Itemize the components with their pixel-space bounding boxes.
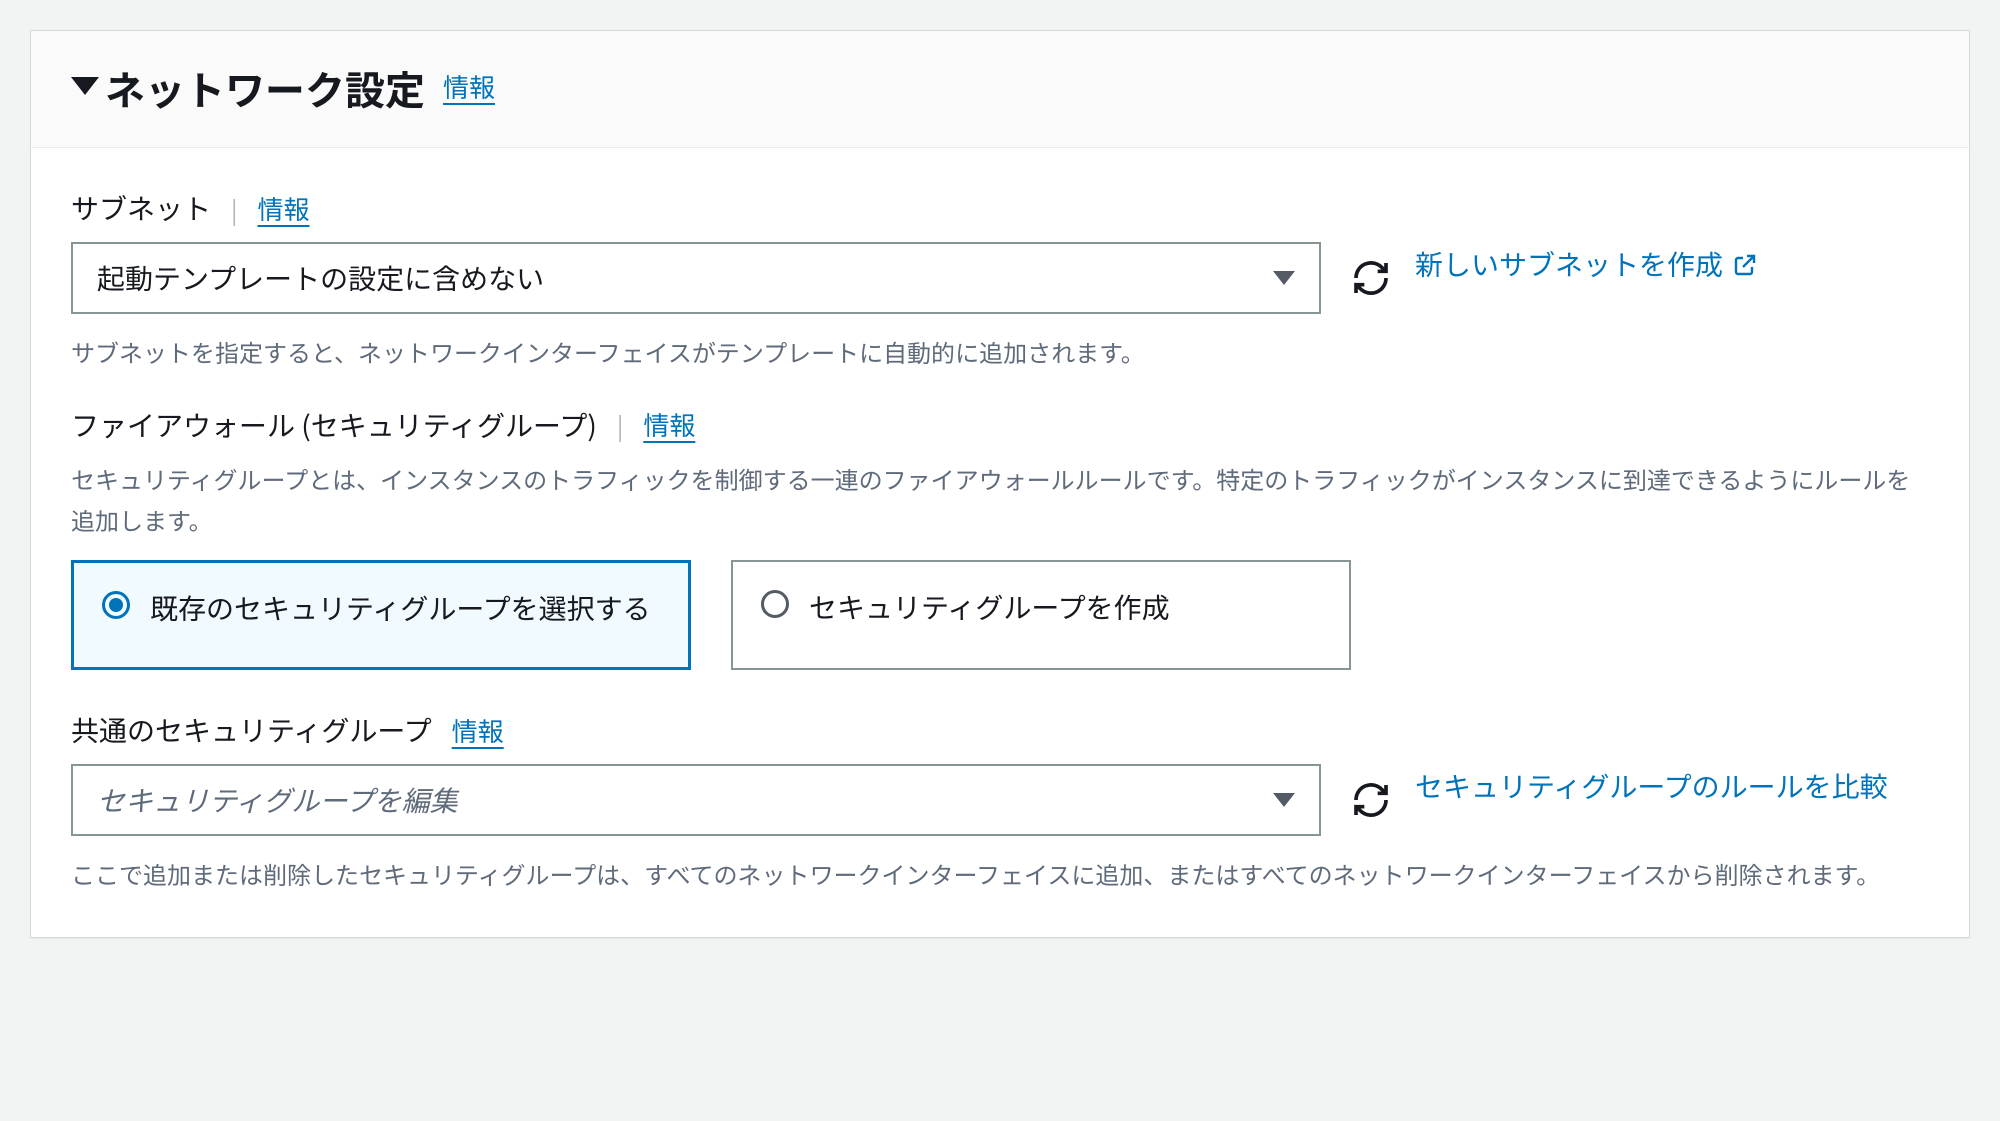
panel-header[interactable]: ネットワーク設定 情報 <box>31 31 1969 148</box>
divider: | <box>231 191 237 226</box>
compare-sg-rules-link[interactable]: セキュリティグループのルールを比較 <box>1415 764 1888 809</box>
external-link-icon <box>1733 253 1757 277</box>
chevron-down-icon <box>1273 793 1295 807</box>
panel-info-link[interactable]: 情報 <box>443 68 495 105</box>
firewall-label: ファイアウォール (セキュリティグループ) <box>71 405 597 445</box>
subnet-label: サブネット <box>71 188 211 228</box>
radio-existing-sg[interactable]: 既存のセキュリティグループを選択する <box>71 560 691 670</box>
radio-icon <box>761 590 789 618</box>
firewall-radio-group: 既存のセキュリティグループを選択する セキュリティグループを作成 <box>71 560 1929 670</box>
subnet-refresh-button[interactable] <box>1345 252 1397 304</box>
create-subnet-link[interactable]: 新しいサブネットを作成 <box>1415 242 1757 287</box>
panel-body: サブネット | 情報 起動テンプレートの設定に含めない <box>31 148 1969 937</box>
radio-create-sg[interactable]: セキュリティグループを作成 <box>731 560 1351 670</box>
common-sg-label: 共通のセキュリティグループ <box>71 710 432 750</box>
common-sg-row: セキュリティグループを編集 セキュリティグループのルールを比較 <box>71 764 1929 836</box>
subnet-helper-text: サブネットを指定すると、ネットワークインターフェイスがテンプレートに自動的に追加… <box>71 332 1929 373</box>
subnet-select[interactable]: 起動テンプレートの設定に含めない <box>71 242 1321 314</box>
subnet-label-row: サブネット | 情報 <box>71 188 1929 228</box>
common-sg-actions: セキュリティグループのルールを比較 <box>1345 764 1929 826</box>
compare-sg-rules-link-text: セキュリティグループのルールを比較 <box>1415 766 1888 806</box>
common-sg-select[interactable]: セキュリティグループを編集 <box>71 764 1321 836</box>
divider: | <box>617 407 623 442</box>
chevron-down-icon <box>1273 271 1295 285</box>
network-settings-panel: ネットワーク設定 情報 サブネット | 情報 起動テンプレートの設定に含めない <box>30 30 1970 938</box>
firewall-label-row: ファイアウォール (セキュリティグループ) | 情報 <box>71 405 1929 445</box>
common-sg-info-link[interactable]: 情報 <box>452 712 504 749</box>
refresh-icon <box>1351 780 1391 820</box>
subnet-row: 起動テンプレートの設定に含めない 新しいサブネットを作成 <box>71 242 1929 314</box>
firewall-description: セキュリティグループとは、インスタンスのトラフィックを制御する一連のファイアウォ… <box>71 459 1929 541</box>
caret-down-icon <box>71 77 99 95</box>
radio-create-sg-label: セキュリティグループを作成 <box>809 586 1170 629</box>
panel-title: ネットワーク設定 <box>71 59 425 117</box>
common-sg-select-placeholder: セキュリティグループを編集 <box>97 780 458 820</box>
radio-icon <box>102 591 130 619</box>
create-subnet-link-text: 新しいサブネットを作成 <box>1415 244 1723 284</box>
panel-title-text: ネットワーク設定 <box>105 59 425 117</box>
radio-existing-sg-label: 既存のセキュリティグループを選択する <box>150 587 651 630</box>
common-sg-label-row: 共通のセキュリティグループ 情報 <box>71 710 1929 750</box>
subnet-select-value: 起動テンプレートの設定に含めない <box>97 258 544 298</box>
subnet-info-link[interactable]: 情報 <box>258 190 310 227</box>
subnet-actions: 新しいサブネットを作成 <box>1345 242 1929 304</box>
common-sg-refresh-button[interactable] <box>1345 774 1397 826</box>
firewall-info-link[interactable]: 情報 <box>643 406 695 443</box>
common-sg-helper-text: ここで追加または削除したセキュリティグループは、すべてのネットワークインターフェ… <box>71 854 1929 895</box>
refresh-icon <box>1351 258 1391 298</box>
